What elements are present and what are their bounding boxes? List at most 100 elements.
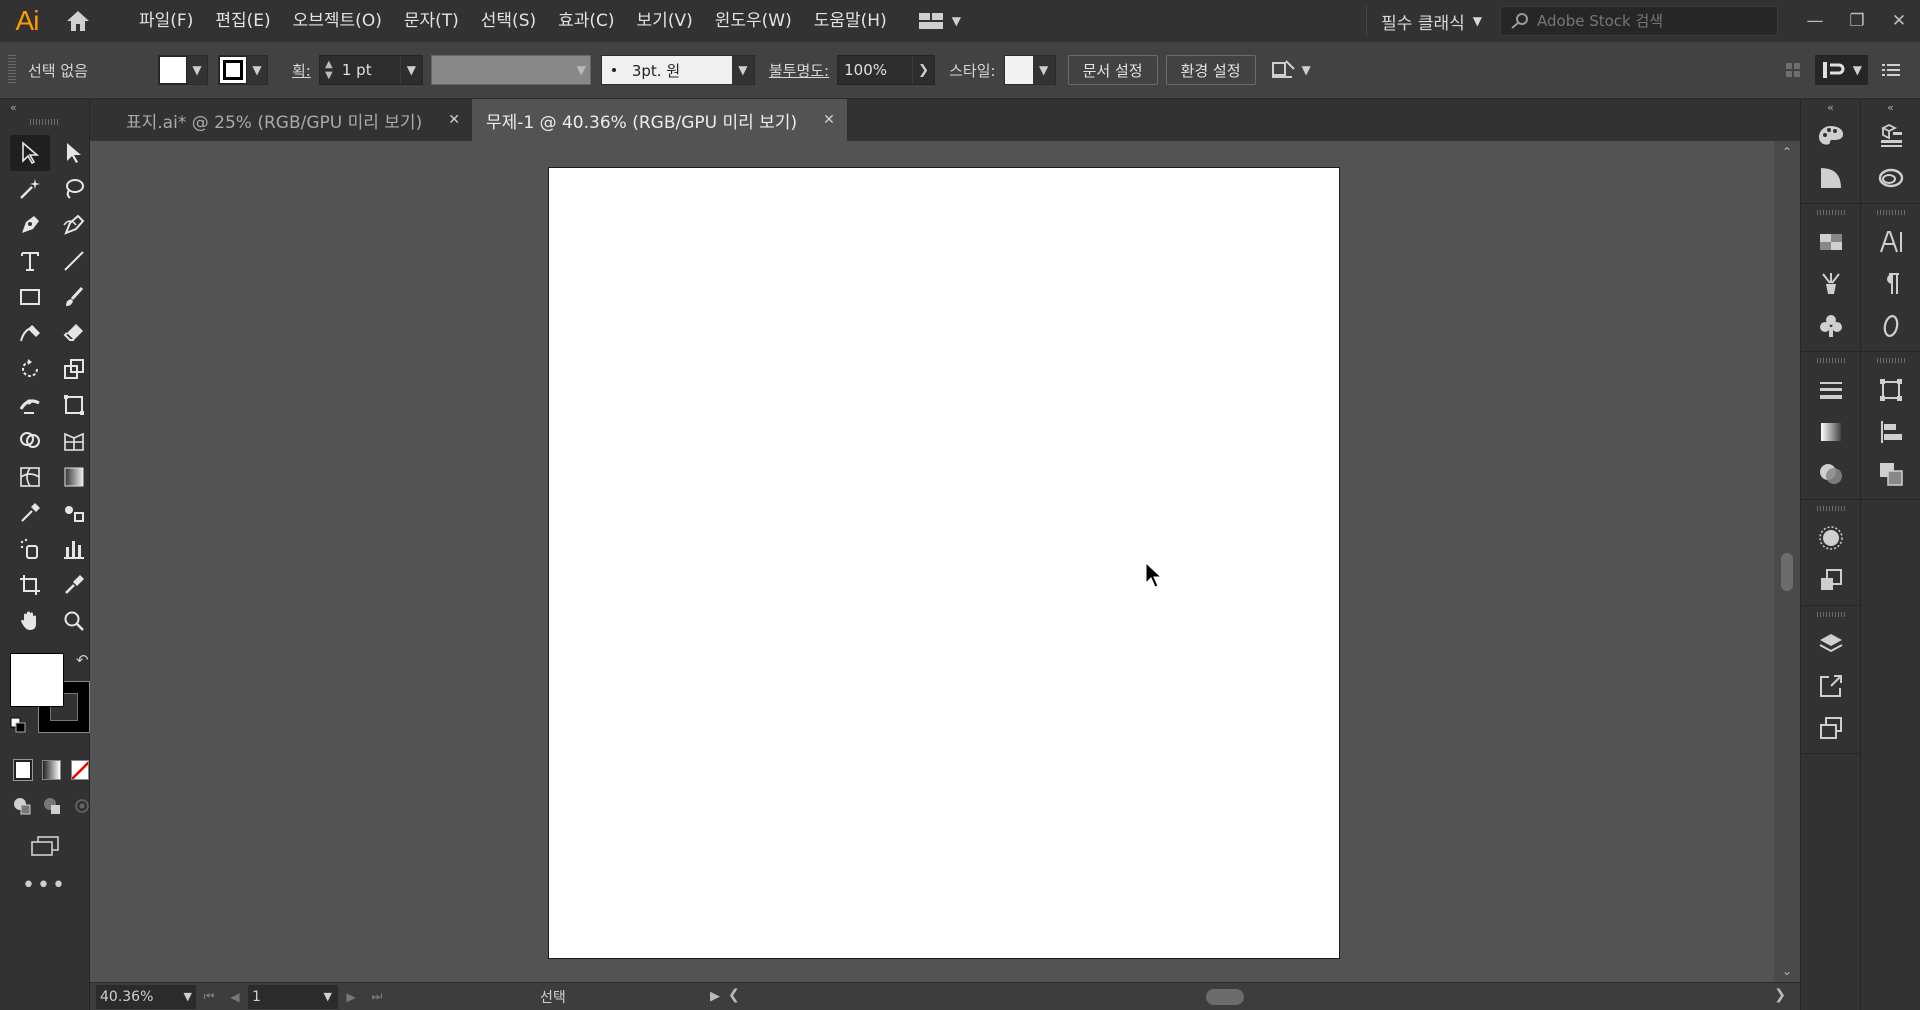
stroke-color-dropdown[interactable]: ▼ [218, 55, 268, 85]
artboard-number-dropdown[interactable]: 1 ▼ [248, 984, 338, 1009]
eyedropper-tool-icon[interactable] [10, 495, 50, 531]
transparency-panel-icon[interactable] [1801, 453, 1860, 495]
align-panel-icon[interactable] [1861, 411, 1920, 453]
vertical-scrollbar[interactable]: ⌃ ⌄ [1774, 141, 1800, 982]
panel-grip[interactable] [1816, 612, 1845, 617]
layers-panel-icon[interactable] [1801, 623, 1860, 665]
previous-artboard-icon[interactable]: ◀ [222, 990, 248, 1004]
symbol-sprayer-tool-icon[interactable] [10, 531, 50, 567]
hand-tool-icon[interactable] [10, 603, 50, 639]
scroll-thumb[interactable] [1781, 553, 1793, 591]
workspace-switcher[interactable]: 필수 클래식 ▼ [1366, 6, 1482, 36]
draw-behind-icon[interactable] [42, 795, 62, 817]
chevron-down-icon[interactable]: ⌄ [1774, 964, 1800, 978]
horizontal-scrollbar[interactable]: ❮ ❯ [728, 985, 1786, 1009]
paintbrush-tool-icon[interactable] [54, 279, 94, 315]
preferences-button[interactable]: 환경 설정 [1165, 55, 1256, 85]
paragraph-panel-icon[interactable] [1861, 263, 1920, 305]
gradient-mode-icon[interactable] [42, 760, 61, 780]
chevron-right-icon[interactable]: ❯ [1774, 987, 1786, 1003]
slice-tool-icon[interactable] [54, 567, 94, 603]
collapse-panels-icon[interactable]: « [1801, 99, 1860, 115]
symbols-panel-icon[interactable] [1801, 305, 1860, 347]
appearance-panel-icon[interactable] [1801, 517, 1860, 559]
width-tool-icon[interactable] [10, 387, 50, 423]
character-panel-icon[interactable] [1861, 221, 1920, 263]
artboard-tool-icon[interactable] [10, 567, 50, 603]
menu-effect[interactable]: 효과(C) [547, 0, 625, 42]
transform-panel-icon[interactable] [1861, 369, 1920, 411]
menu-view[interactable]: 보기(V) [626, 0, 704, 42]
panel-grip[interactable] [1816, 506, 1845, 511]
rectangle-tool-icon[interactable] [10, 279, 50, 315]
type-tool-icon[interactable] [10, 243, 50, 279]
opacity-label[interactable]: 불투명도: [769, 60, 829, 81]
fill-color-dropdown[interactable]: ▼ [158, 55, 208, 85]
close-icon[interactable]: ✕ [823, 112, 835, 128]
zoom-tool-icon[interactable] [54, 603, 94, 639]
zoom-level-dropdown[interactable]: 40.36% ▼ [96, 984, 196, 1009]
perspective-grid-tool-icon[interactable] [54, 423, 94, 459]
brush-definition-dropdown[interactable]: 3pt. 원 ▼ [600, 55, 755, 85]
scroll-thumb[interactable] [1206, 988, 1244, 1005]
panel-grip[interactable] [1816, 358, 1845, 363]
graphic-styles-panel-icon[interactable] [1801, 559, 1860, 601]
tools-grip[interactable] [29, 119, 60, 125]
close-icon[interactable]: ✕ [448, 112, 460, 128]
tab-cover-document[interactable]: 표지.ai* @ 25% (RGB/GPU 미리 보기) ✕ [112, 99, 472, 141]
panel-grip[interactable] [1816, 210, 1845, 215]
curvature-tool-icon[interactable] [54, 207, 94, 243]
menu-select[interactable]: 선택(S) [470, 0, 547, 42]
libraries-panel-icon[interactable] [1861, 157, 1920, 199]
first-artboard-icon[interactable]: ⏮ [196, 989, 222, 1004]
magic-wand-tool-icon[interactable] [10, 171, 50, 207]
free-transform-tool-icon[interactable] [54, 387, 94, 423]
draw-normal-icon[interactable] [12, 795, 32, 817]
restore-icon[interactable]: ❐ [1836, 0, 1878, 42]
scale-tool-icon[interactable] [54, 351, 94, 387]
fill-box[interactable] [10, 653, 64, 707]
minimize-icon[interactable]: — [1794, 0, 1836, 42]
selection-tool-icon[interactable] [10, 135, 50, 171]
stepper-arrows[interactable]: ▲ ▼ [320, 59, 338, 81]
properties-panel-icon[interactable] [1861, 115, 1920, 157]
opacity-field[interactable]: ❯ [837, 55, 936, 85]
tab-untitled-1[interactable]: 무제-1 @ 40.36% (RGB/GPU 미리 보기) ✕ [471, 99, 847, 141]
stroke-panel-icon[interactable] [1801, 369, 1860, 411]
panel-menu-icon[interactable] [1880, 60, 1902, 80]
chevron-left-icon[interactable]: ❮ [728, 987, 740, 1003]
home-icon[interactable] [54, 0, 102, 42]
stroke-label[interactable]: 획: [292, 60, 311, 81]
artboard[interactable] [548, 167, 1340, 959]
swatches-panel-icon[interactable] [1801, 221, 1860, 263]
chevron-right-icon[interactable]: ❯ [912, 56, 934, 84]
color-mode-icon[interactable] [12, 759, 34, 781]
arrange-documents-button[interactable]: ▼ [918, 11, 961, 31]
close-icon[interactable]: ✕ [1878, 0, 1920, 42]
mesh-tool-icon[interactable] [10, 459, 50, 495]
menu-object[interactable]: 오브젝트(O) [282, 0, 393, 42]
pen-tool-icon[interactable] [10, 207, 50, 243]
swap-fill-stroke-icon[interactable]: ↶ [76, 651, 89, 669]
status-menu-icon[interactable]: ▶ [710, 989, 720, 1004]
default-fill-stroke-icon[interactable] [10, 717, 26, 733]
brushes-panel-icon[interactable] [1801, 263, 1860, 305]
menu-file[interactable]: 파일(F) [128, 0, 204, 42]
variable-width-profile[interactable]: ▼ [430, 55, 591, 85]
color-guide-icon[interactable] [1801, 157, 1860, 199]
asset-export-panel-icon[interactable] [1801, 665, 1860, 707]
document-setup-button[interactable]: 문서 설정 [1067, 55, 1158, 85]
blend-tool-icon[interactable] [54, 495, 94, 531]
last-artboard-icon[interactable]: ⏭ [364, 989, 390, 1004]
opacity-input[interactable] [838, 61, 913, 79]
chevron-up-icon[interactable]: ⌃ [1774, 145, 1800, 159]
artboards-panel-icon[interactable] [1801, 707, 1860, 749]
collapse-panel-icon[interactable]: « [0, 99, 89, 115]
color-panel-icon[interactable] [1801, 115, 1860, 157]
column-graph-tool-icon[interactable] [54, 531, 94, 567]
shape-builder-tool-icon[interactable] [10, 423, 50, 459]
collapse-panels-icon[interactable]: « [1861, 99, 1920, 115]
stock-search-input[interactable] [1537, 12, 1767, 30]
align-options-button[interactable]: ▼ [1270, 59, 1311, 81]
menu-window[interactable]: 윈도우(W) [704, 0, 803, 42]
